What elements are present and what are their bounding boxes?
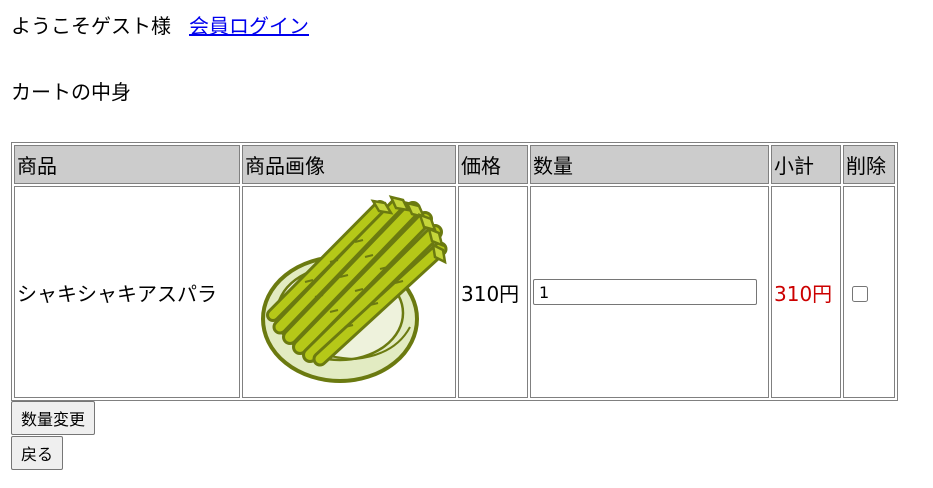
delete-cell xyxy=(843,186,895,398)
product-price: 310円 xyxy=(458,186,528,398)
column-header-subtotal: 小計 xyxy=(771,145,841,184)
column-header-delete: 削除 xyxy=(843,145,895,184)
product-name: シャキシャキアスパラ xyxy=(14,186,240,398)
quantity-input[interactable] xyxy=(533,279,757,306)
cart-header-row: 商品 商品画像 価格 数量 小計 削除 xyxy=(14,145,895,184)
column-header-image: 商品画像 xyxy=(242,145,456,184)
column-header-quantity: 数量 xyxy=(530,145,769,184)
column-header-price: 価格 xyxy=(458,145,528,184)
cart-table: 商品 商品画像 価格 数量 小計 削除 シャキシャキアスパラ 310円 1 31… xyxy=(11,142,898,401)
product-image-cell xyxy=(242,186,456,398)
asparagus-image xyxy=(261,195,448,383)
greeting-text: ようこそゲスト様 xyxy=(11,14,171,38)
product-subtotal: 310円 xyxy=(771,186,841,398)
delete-checkbox[interactable] xyxy=(852,285,868,302)
greeting-bar: ようこそゲスト様 会員ログイン xyxy=(11,12,309,40)
back-button[interactable]: 戻る xyxy=(11,436,64,470)
update-quantity-button[interactable]: 数量変更 xyxy=(11,401,96,435)
member-login-link[interactable]: 会員ログイン xyxy=(189,14,309,38)
column-header-product: 商品 xyxy=(14,145,240,184)
cart-heading: カートの中身 xyxy=(11,80,131,104)
cart-item-row: シャキシャキアスパラ 310円 1 310円 xyxy=(14,186,895,398)
quantity-cell xyxy=(530,186,769,398)
